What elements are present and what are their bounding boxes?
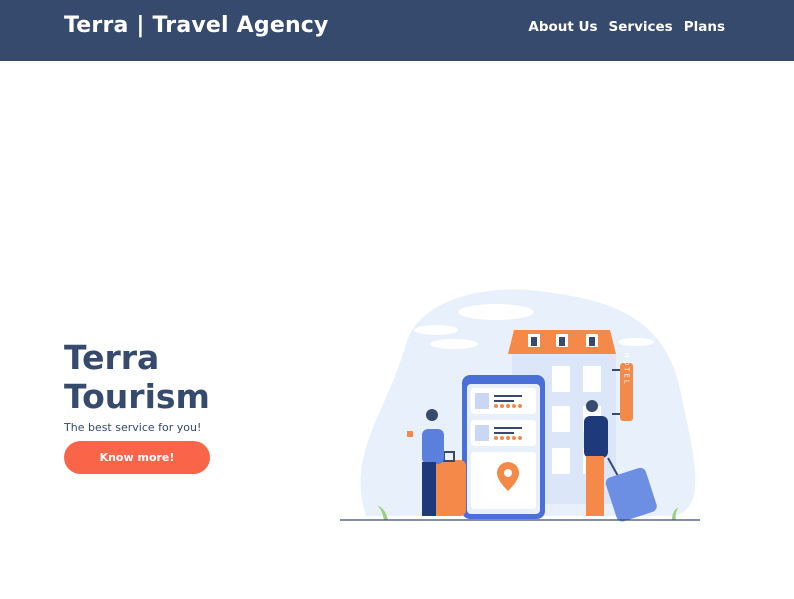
nav-links: About Us Services Plans [528,19,725,35]
hero-title: Terra Tourism [64,338,284,416]
nav-link-about-us[interactable]: About Us [528,19,597,35]
cloud-icon [618,338,654,346]
hero-title-line-1: Terra [64,338,160,377]
know-more-button[interactable]: Know more! [64,441,210,474]
cloud-icon [458,304,534,320]
nav-link-services[interactable]: Services [609,19,673,35]
phone-app-icon [462,375,545,519]
cloud-icon [414,325,458,335]
hotel-sign-text: HOTEL [623,352,631,385]
navbar: Terra | Travel Agency About Us Services … [0,0,794,61]
hero-subtitle: The best service for you! [64,421,202,434]
cloud-icon [430,339,478,349]
brand-title[interactable]: Terra | Travel Agency [64,13,329,38]
hero-title-line-2: Tourism [64,377,210,416]
nav-link-plans[interactable]: Plans [684,19,725,35]
travel-hotel-illustration: HOTEL [340,289,700,522]
